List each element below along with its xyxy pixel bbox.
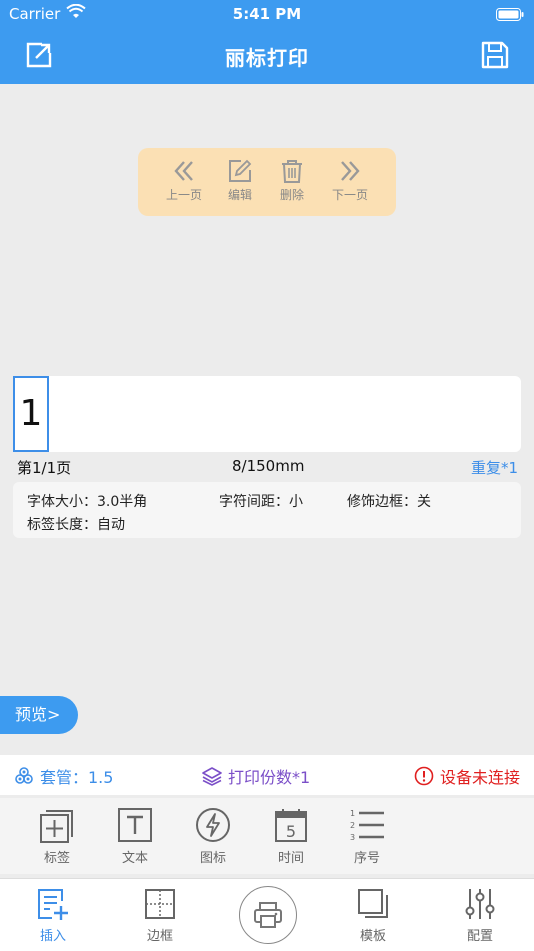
tab-config-label: 配置 bbox=[466, 929, 493, 944]
lightning-icon bbox=[196, 808, 230, 842]
tab-template-label: 模板 bbox=[359, 929, 386, 944]
insert-label-button[interactable]: 标签 bbox=[25, 806, 89, 866]
calendar-icon: 5 bbox=[275, 809, 307, 842]
tab-insert-label: 插入 bbox=[39, 929, 66, 944]
text-icon bbox=[118, 808, 152, 842]
info-bar: 套管：1.5 打印份数*1 设备未连接 bbox=[0, 755, 534, 795]
edit-button[interactable]: 编辑 bbox=[210, 158, 270, 203]
insert-text-label: 文本 bbox=[121, 851, 148, 866]
layers-icon bbox=[202, 767, 222, 786]
edit-icon bbox=[229, 159, 252, 182]
sleeve-icon bbox=[15, 767, 33, 784]
svg-text:3: 3 bbox=[350, 833, 355, 842]
tab-config[interactable]: 配置 bbox=[445, 887, 515, 944]
save-icon[interactable] bbox=[480, 40, 510, 74]
label-cell[interactable]: 1 bbox=[13, 376, 49, 452]
edit-label: 编辑 bbox=[227, 188, 252, 202]
template-icon bbox=[358, 889, 388, 918]
tab-border[interactable]: 边框 bbox=[125, 887, 195, 944]
sliders-icon bbox=[465, 889, 495, 919]
tab-bar: 插入 边框 模板 配置 bbox=[0, 878, 534, 951]
border-icon bbox=[145, 889, 175, 919]
insert-label-label: 标签 bbox=[43, 851, 70, 866]
delete-button[interactable]: 删除 bbox=[262, 158, 322, 203]
page-indicator: 第1/1页 bbox=[17, 459, 72, 477]
device-status[interactable]: 设备未连接 bbox=[414, 764, 520, 788]
double-chevron-left-icon bbox=[174, 161, 193, 181]
tab-template[interactable]: 模板 bbox=[338, 887, 408, 944]
print-button[interactable] bbox=[239, 886, 297, 944]
prev-page-button[interactable]: 上一页 bbox=[154, 158, 214, 203]
svg-text:2: 2 bbox=[350, 821, 355, 830]
battery-icon bbox=[496, 7, 524, 25]
sleeve-size[interactable]: 套管：1.5 bbox=[14, 764, 113, 788]
insert-serial-label: 序号 bbox=[353, 851, 380, 866]
insert-time-label: 时间 bbox=[277, 851, 304, 866]
repeat-button[interactable]: 重复*1 bbox=[471, 457, 518, 478]
print-copies[interactable]: 打印份数*1 bbox=[202, 764, 310, 788]
double-chevron-right-icon bbox=[341, 161, 360, 181]
tab-insert[interactable]: 插入 bbox=[18, 887, 88, 944]
alert-icon bbox=[414, 766, 434, 786]
insert-panel: 标签 文本 图标 5 时间 1 2 3 序号 bbox=[0, 798, 534, 874]
delete-label: 删除 bbox=[279, 188, 304, 202]
font-size-property: 字体大小：3.0半角 bbox=[27, 494, 148, 510]
prev-page-label: 上一页 bbox=[165, 188, 202, 202]
label-icon bbox=[40, 810, 73, 843]
insert-icon-button[interactable]: 图标 bbox=[181, 806, 245, 866]
svg-text:1: 1 bbox=[350, 809, 355, 818]
preview-button[interactable]: 预览> bbox=[0, 696, 78, 734]
svg-text:5: 5 bbox=[286, 822, 296, 841]
numbered-list-icon: 1 2 3 bbox=[350, 809, 384, 842]
insert-icon-label: 图标 bbox=[199, 851, 226, 866]
char-spacing-property: 字符间距：小 bbox=[219, 494, 303, 510]
insert-serial-button[interactable]: 1 2 3 序号 bbox=[335, 806, 399, 866]
printer-icon bbox=[254, 902, 282, 928]
tab-border-label: 边框 bbox=[146, 929, 173, 944]
insert-icon bbox=[38, 889, 68, 920]
border-property: 修饰边框：关 bbox=[347, 494, 431, 510]
copies-label: 打印份数*1 bbox=[228, 768, 311, 787]
nav-bar: 丽标打印 bbox=[0, 28, 534, 84]
insert-time-button[interactable]: 5 时间 bbox=[259, 806, 323, 866]
next-page-label: 下一页 bbox=[331, 188, 368, 202]
status-bar: Carrier 5:41 PM bbox=[0, 0, 534, 28]
label-length-property: 标签长度：自动 bbox=[27, 517, 125, 533]
label-properties[interactable]: 字体大小：3.0半角 字符间距：小 修饰边框：关 标签长度：自动 bbox=[13, 482, 521, 538]
edit-toolbar: 上一页 编辑 删除 下一页 bbox=[138, 148, 396, 216]
label-canvas[interactable]: 1 bbox=[13, 376, 521, 452]
insert-text-button[interactable]: 文本 bbox=[103, 806, 167, 866]
next-page-button[interactable]: 下一页 bbox=[320, 158, 380, 203]
sleeve-label: 套管：1.5 bbox=[40, 768, 114, 787]
device-status-label: 设备未连接 bbox=[439, 768, 520, 787]
page-title: 丽标打印 bbox=[225, 46, 309, 70]
clock: 5:41 PM bbox=[232, 5, 302, 23]
trash-icon bbox=[282, 160, 302, 183]
length-indicator: 8/150mm bbox=[232, 457, 305, 475]
